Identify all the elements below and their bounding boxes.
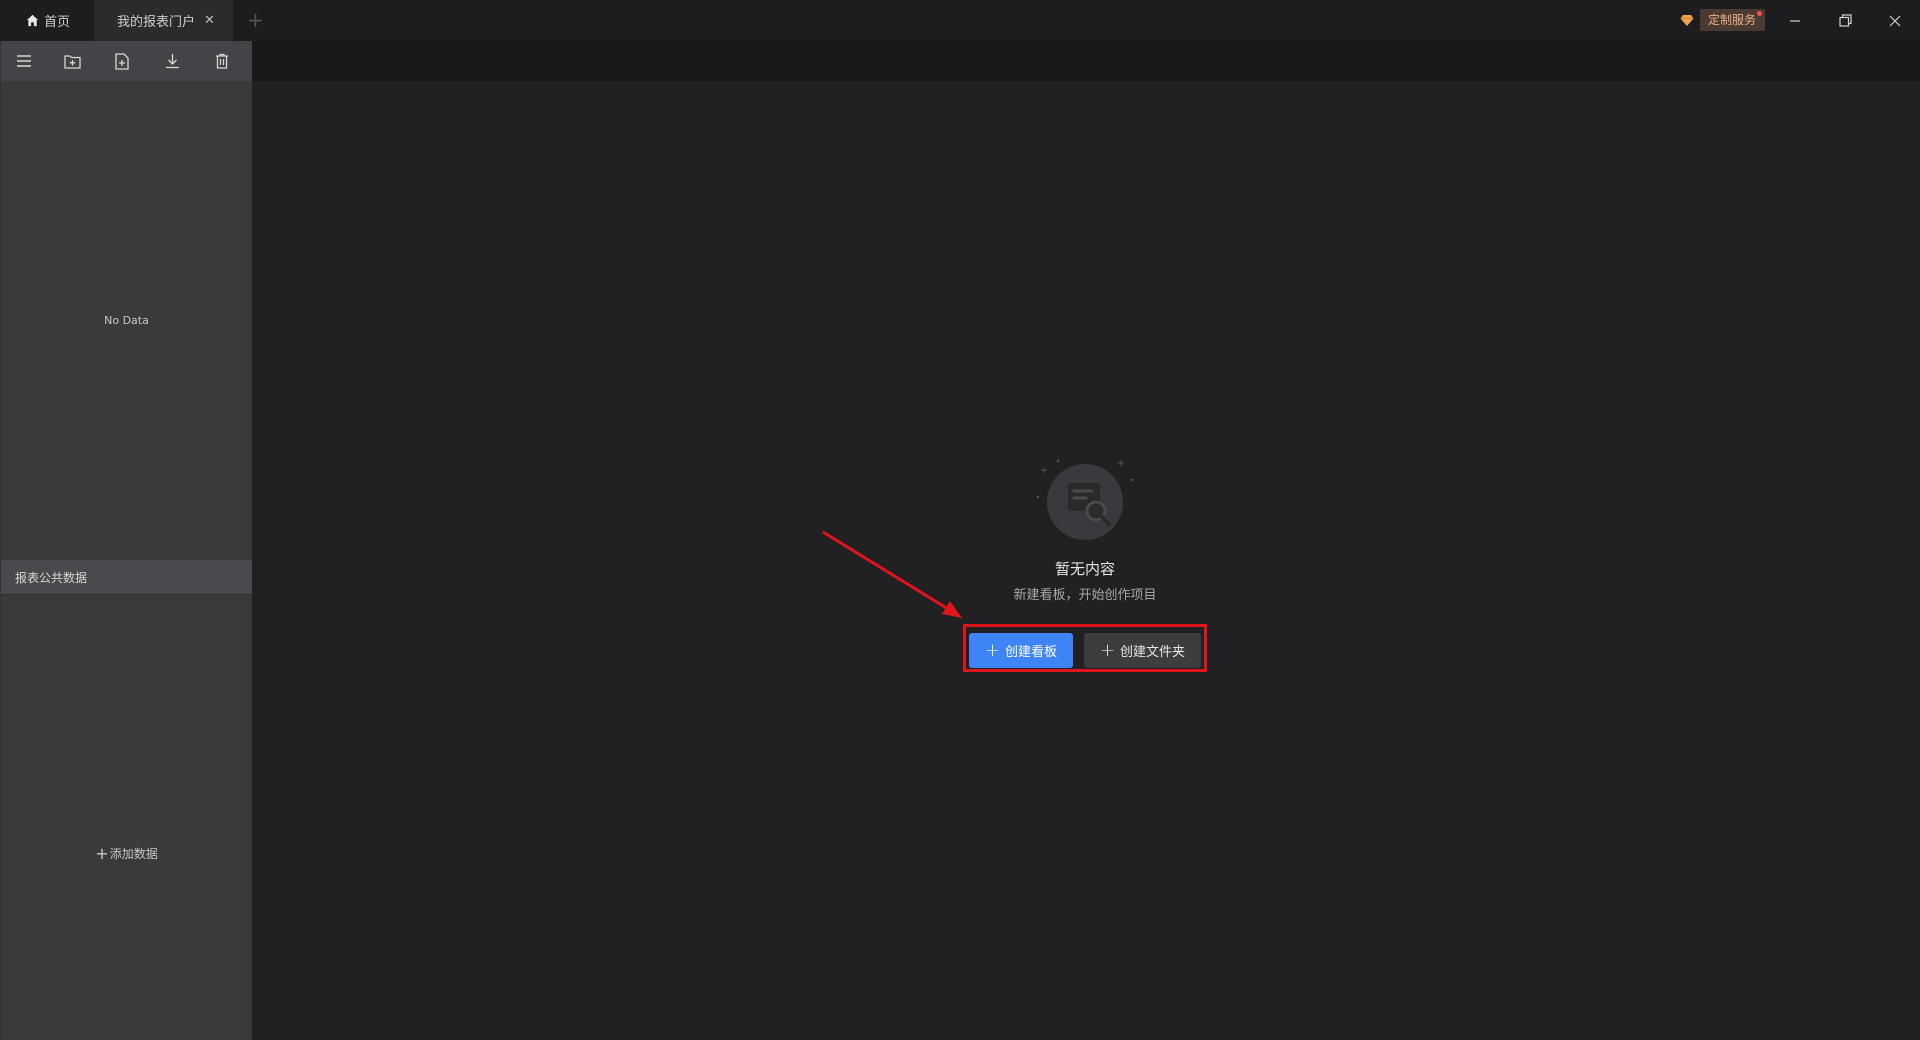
tab-home[interactable]: 首页	[0, 0, 94, 41]
create-folder-label: 创建文件夹	[1120, 645, 1186, 660]
download-icon	[165, 54, 179, 69]
close-window-button[interactable]	[1870, 0, 1920, 41]
plus-icon: +	[95, 844, 109, 863]
create-board-button[interactable]: + 创建看板	[969, 633, 1073, 668]
title-bar: 首页 我的报表门户 ✕ + 定制服务	[0, 0, 1920, 41]
add-data-button[interactable]: +添加数据	[1, 844, 252, 863]
restore-icon	[1838, 14, 1852, 27]
gem-icon	[1680, 14, 1694, 26]
notification-dot	[1757, 11, 1763, 16]
new-file-button[interactable]	[97, 41, 147, 81]
file-add-icon	[115, 52, 129, 70]
public-data-section-header: 报表公共数据	[1, 560, 252, 595]
add-data-label: 添加数据	[109, 847, 158, 861]
tab-my-report-portal[interactable]: 我的报表门户 ✕	[94, 0, 233, 41]
empty-state-subtitle: 新建看板，开始创作项目	[1013, 588, 1157, 603]
menu-button[interactable]	[1, 41, 47, 81]
empty-state-illustration	[1036, 459, 1134, 540]
no-data-text: No Data	[104, 314, 149, 327]
tab-close-icon[interactable]: ✕	[204, 13, 215, 28]
delete-icon	[216, 53, 228, 69]
new-folder-button[interactable]	[47, 41, 97, 81]
folder-add-icon	[63, 54, 81, 69]
tab-home-label: 首页	[44, 15, 71, 30]
tab-active-label: 我的报表门户	[117, 15, 196, 30]
create-board-label: 创建看板	[1005, 645, 1058, 660]
download-button[interactable]	[147, 41, 197, 81]
empty-state-title: 暂无内容	[1054, 560, 1115, 578]
close-icon	[1889, 15, 1901, 26]
sidebar: No Data 报表公共数据 +添加数据	[0, 41, 252, 1040]
menu-icon	[17, 55, 31, 67]
create-folder-button[interactable]: + 创建文件夹	[1084, 633, 1201, 668]
app-window: 首页 我的报表门户 ✕ + 定制服务 No Data 报表公共数据 +添加数据 …	[0, 0, 1920, 1040]
annotation-arrow	[822, 530, 962, 618]
minimize-icon	[1790, 19, 1800, 22]
custom-service-label: 定制服务	[1700, 9, 1766, 31]
home-icon	[26, 14, 39, 27]
tab-add-icon[interactable]: +	[247, 9, 264, 31]
section-title: 报表公共数据	[15, 570, 88, 585]
minimize-button[interactable]	[1770, 0, 1820, 41]
restore-button[interactable]	[1820, 0, 1870, 41]
create-actions-highlight: + 创建看板 + 创建文件夹	[963, 624, 1207, 672]
plus-icon: +	[1099, 639, 1116, 661]
plus-icon: +	[984, 639, 1001, 661]
custom-service-button[interactable]: 定制服务	[1680, 8, 1766, 32]
top-toolbar-strip	[252, 41, 1920, 81]
delete-button[interactable]	[197, 41, 247, 81]
sidebar-toolbar	[1, 41, 252, 81]
